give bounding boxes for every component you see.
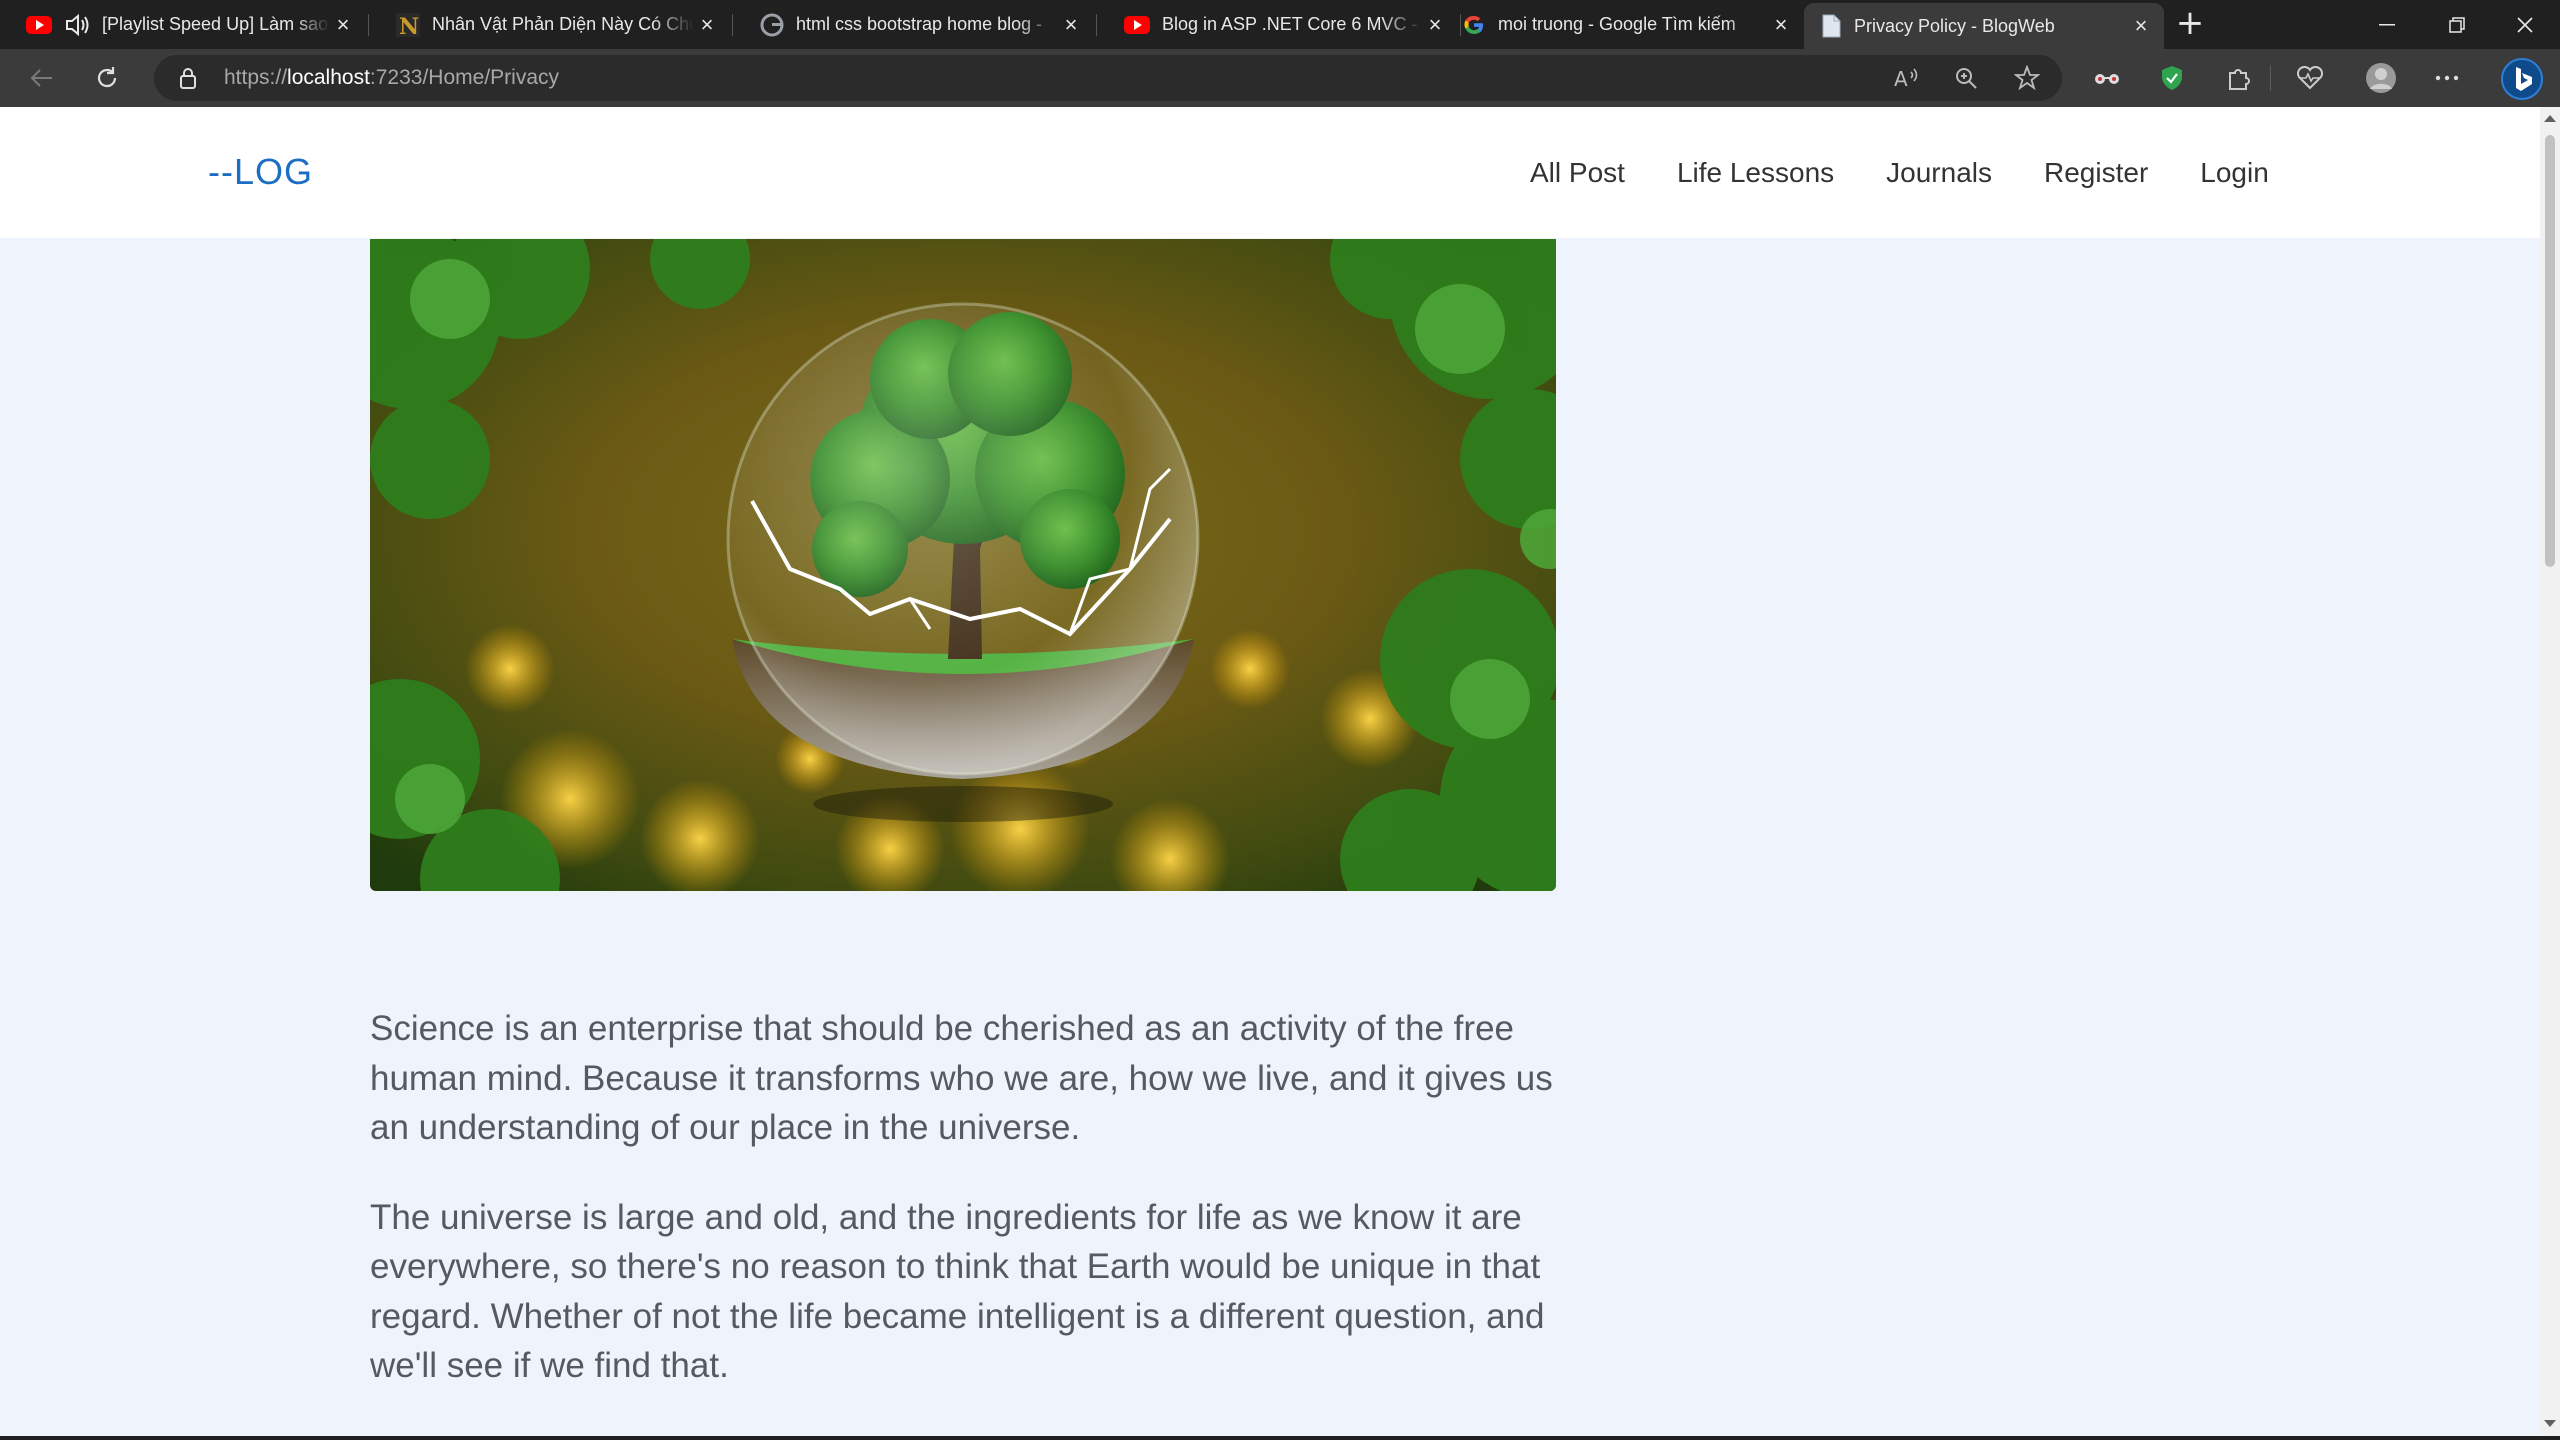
extension-glasses-icon[interactable] — [2090, 61, 2124, 95]
google-icon — [1462, 13, 1486, 37]
article-content: Science is an enterprise that should be … — [370, 1004, 1570, 1431]
youtube-icon — [26, 15, 52, 34]
back-arrow-icon[interactable] — [24, 61, 58, 95]
speaker-icon[interactable] — [64, 13, 90, 36]
tab-bootstrap-search[interactable]: html css bootstrap home blog - × — [734, 0, 1094, 49]
favorite-star-icon[interactable] — [2013, 64, 2041, 95]
paragraph: Science is an enterprise that should be … — [370, 1009, 1553, 1147]
zoom-icon[interactable] — [1954, 66, 1978, 94]
tab-novel[interactable]: N Nhân Vật Phản Diện Này Có Chú × — [370, 0, 730, 49]
nav-all-post[interactable]: All Post — [1530, 157, 1625, 189]
scroll-up-arrow-icon[interactable] — [2544, 115, 2556, 122]
window-bottom-border — [0, 1436, 2560, 1440]
restore-button[interactable] — [2422, 0, 2492, 49]
bing-copilot-icon[interactable] — [2500, 57, 2544, 101]
tab-title: html css bootstrap home blog - — [796, 14, 1043, 34]
tab-title: moi truong - Google Tìm kiếm — [1498, 14, 1736, 34]
shield-extension-icon[interactable] — [2155, 61, 2189, 95]
page-scrollbar[interactable] — [2540, 107, 2560, 1440]
close-window-button[interactable] — [2490, 0, 2560, 49]
scroll-down-arrow-icon[interactable] — [2544, 1420, 2556, 1427]
tab-privacy-policy[interactable]: Privacy Policy - BlogWeb × — [1804, 3, 2164, 49]
extensions-puzzle-icon[interactable] — [2221, 61, 2255, 95]
environment-hero-image — [370, 239, 1556, 891]
google-icon — [760, 13, 784, 37]
paragraph: The universe is large and old, and the i… — [370, 1197, 1545, 1386]
close-tab-icon[interactable]: × — [330, 12, 356, 38]
nav-login[interactable]: Login — [2200, 157, 2269, 189]
url-host: localhost — [287, 66, 370, 89]
svg-text:N: N — [399, 14, 419, 37]
nav-life-lessons[interactable]: Life Lessons — [1677, 157, 1834, 189]
youtube-icon — [1124, 15, 1150, 34]
tab-title: Nhân Vật Phản Diện Này Có Chú — [432, 14, 694, 34]
novel-site-icon: N — [396, 12, 420, 37]
profile-avatar-icon[interactable] — [2364, 61, 2398, 95]
close-tab-icon[interactable]: × — [694, 12, 720, 38]
close-tab-icon[interactable]: × — [2128, 13, 2154, 39]
site-header: --LOG All Post Life Lessons Journals Reg… — [0, 107, 2540, 238]
browser-essentials-icon[interactable] — [2293, 61, 2327, 95]
tab-strip: [Playlist Speed Up] Làm sao × N Nhân Vật… — [0, 0, 2560, 49]
minimize-button[interactable] — [2352, 0, 2422, 49]
url-path: :7233/Home/Privacy — [369, 66, 560, 89]
close-tab-icon[interactable]: × — [1058, 12, 1084, 38]
new-tab-button[interactable]: + — [2172, 6, 2208, 42]
page-icon — [1820, 14, 1842, 38]
svg-text:A: A — [1894, 67, 1908, 90]
tab-title: [Playlist Speed Up] Làm sao — [102, 14, 329, 34]
address-bar[interactable]: https://localhost:7233/Home/Privacy A — [154, 55, 2062, 101]
browser-toolbar: https://localhost:7233/Home/Privacy A — [0, 49, 2560, 107]
site-logo[interactable]: --LOG — [208, 151, 313, 193]
lock-icon[interactable] — [178, 67, 198, 93]
nav-register[interactable]: Register — [2044, 157, 2148, 189]
close-tab-icon[interactable]: × — [1768, 12, 1794, 38]
main-nav: All Post Life Lessons Journals Register … — [1530, 157, 2321, 189]
close-tab-icon[interactable]: × — [1422, 12, 1448, 38]
scroll-thumb[interactable] — [2545, 135, 2555, 567]
refresh-icon[interactable] — [90, 61, 124, 95]
tab-playlist[interactable]: [Playlist Speed Up] Làm sao × — [0, 0, 366, 49]
url-scheme: https:// — [224, 66, 288, 89]
nav-journals[interactable]: Journals — [1886, 157, 1992, 189]
more-menu-icon[interactable] — [2430, 61, 2464, 95]
read-aloud-icon[interactable]: A — [1894, 66, 1920, 94]
tab-title: Blog in ASP .NET Core 6 MVC - Y — [1162, 14, 1422, 34]
url-text[interactable]: https://localhost:7233/Home/Privacy — [224, 55, 559, 101]
tab-youtube-blog[interactable]: Blog in ASP .NET Core 6 MVC - Y × — [1098, 0, 1458, 49]
tab-title: Privacy Policy - BlogWeb — [1854, 15, 2055, 36]
page-viewport: --LOG All Post Life Lessons Journals Reg… — [0, 107, 2540, 1440]
tab-google-search[interactable]: moi truong - Google Tìm kiếm × — [1462, 0, 1804, 49]
